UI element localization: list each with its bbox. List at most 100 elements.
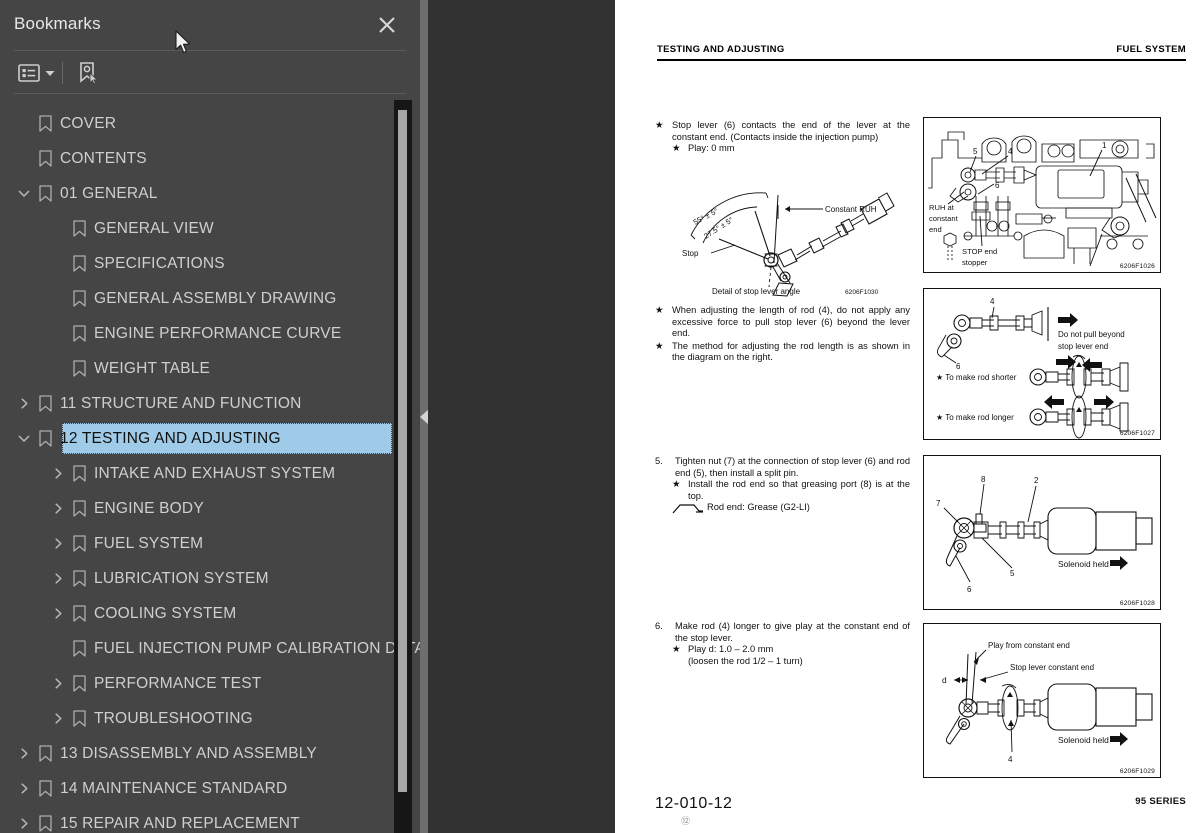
triangle-left-icon[interactable] xyxy=(419,0,429,833)
chevron-right-icon[interactable] xyxy=(48,604,68,624)
bookmark-icon xyxy=(68,289,90,309)
bookmark-icon xyxy=(34,149,56,169)
bookmark-item-fuel-system[interactable]: FUEL SYSTEM xyxy=(0,526,420,561)
bookmark-icon xyxy=(68,499,90,519)
bookmarks-panel-header: Bookmarks xyxy=(0,0,420,52)
bookmark-item-specifications[interactable]: SPECIFICATIONS xyxy=(0,246,420,281)
figure-2: 4 6 Do not pull beyond stop lever end ★ … xyxy=(923,288,1161,440)
figure-id: 6206F1030 xyxy=(845,289,879,296)
chevron-down-icon[interactable] xyxy=(14,184,34,204)
text-block-2-body-2: The method for adjusting the rod length … xyxy=(672,340,910,363)
close-icon[interactable] xyxy=(376,14,398,36)
bookmark-item-label: WEIGHT TABLE xyxy=(94,359,211,377)
chevron-right-icon[interactable] xyxy=(48,709,68,729)
chevron-right-icon[interactable] xyxy=(48,569,68,589)
chevron-right-icon[interactable] xyxy=(48,674,68,694)
callout-6: 6 xyxy=(967,585,972,594)
bookmark-item-general-view[interactable]: GENERAL VIEW xyxy=(0,211,420,246)
chevron-down-icon[interactable] xyxy=(14,429,34,449)
twisty-placeholder xyxy=(48,289,68,309)
svg-text:stop lever end: stop lever end xyxy=(1058,342,1108,351)
page-header: TESTING AND ADJUSTING FUEL SYSTEM xyxy=(657,44,1186,62)
bookmark-item-fuel-injection-pump-calibration-data[interactable]: FUEL INJECTION PUMP CALIBRATION DATA xyxy=(0,631,420,666)
grease-symbol-icon xyxy=(672,503,704,514)
bookmark-item-troubleshooting[interactable]: TROUBLESHOOTING xyxy=(0,701,420,736)
chevron-right-icon[interactable] xyxy=(14,394,34,414)
bookmark-item-label: GENERAL VIEW xyxy=(94,219,214,237)
chevron-right-icon[interactable] xyxy=(48,499,68,519)
callout-6: 6 xyxy=(995,181,1000,190)
bookmarks-panel: Bookmarks COVER CONTENTS 01 GENERAL GENE… xyxy=(0,0,420,833)
text-block-3: 5. Tighten nut (7) at the connection of … xyxy=(655,456,910,514)
bookmark-item-11-structure-and-function[interactable]: 11 STRUCTURE AND FUNCTION xyxy=(0,386,420,421)
header-divider xyxy=(14,50,406,51)
step-number: 5. xyxy=(655,456,663,466)
bookmark-item-performance-test[interactable]: PERFORMANCE TEST xyxy=(0,666,420,701)
bookmark-item-label: FUEL INJECTION PUMP CALIBRATION DATA xyxy=(94,639,420,657)
bookmark-pointer-icon[interactable] xyxy=(73,58,103,88)
bookmark-item-13-disassembly-and-assembly[interactable]: 13 DISASSEMBLY AND ASSEMBLY xyxy=(0,736,420,771)
figure-4: Play from constant end Stop lever consta… xyxy=(923,623,1161,778)
callout-d: d xyxy=(942,675,947,685)
callout-1: 1 xyxy=(1102,141,1107,150)
list-outline-icon[interactable] xyxy=(16,58,42,88)
bookmark-item-label: 13 DISASSEMBLY AND ASSEMBLY xyxy=(60,744,317,762)
pdf-page: TESTING AND ADJUSTING FUEL SYSTEM ★ Stop… xyxy=(615,0,1200,833)
chevron-right-icon[interactable] xyxy=(14,744,34,764)
svg-text:Stop lever constant end: Stop lever constant end xyxy=(1010,663,1094,672)
bookmark-icon xyxy=(34,779,56,799)
bookmark-item-15-repair-and-replacement[interactable]: 15 REPAIR AND REPLACEMENT xyxy=(0,806,420,833)
bookmark-item-label: ENGINE BODY xyxy=(94,499,204,517)
bookmark-item-12-testing-and-adjusting[interactable]: 12 TESTING AND ADJUSTING xyxy=(0,421,420,456)
page-number: 12-010-12 xyxy=(655,795,733,812)
bookmark-item-cooling-system[interactable]: COOLING SYSTEM xyxy=(0,596,420,631)
bookmark-item-engine-body[interactable]: ENGINE BODY xyxy=(0,491,420,526)
bookmark-item-14-maintenance-standard[interactable]: 14 MAINTENANCE STANDARD xyxy=(0,771,420,806)
bookmark-item-intake-and-exhaust-system[interactable]: INTAKE AND EXHAUST SYSTEM xyxy=(0,456,420,491)
bookmark-item-engine-performance-curve[interactable]: ENGINE PERFORMANCE CURVE xyxy=(0,316,420,351)
bookmark-item-label: LUBRICATION SYSTEM xyxy=(94,569,269,587)
bookmark-item-lubrication-system[interactable]: LUBRICATION SYSTEM xyxy=(0,561,420,596)
chevron-right-icon[interactable] xyxy=(48,464,68,484)
svg-text:★ To make rod longer: ★ To make rod longer xyxy=(936,413,1014,422)
bookmark-item-general-assembly-drawing[interactable]: GENERAL ASSEMBLY DRAWING xyxy=(0,281,420,316)
bookmark-icon xyxy=(68,674,90,694)
text-block-1: ★ Stop lever (6) contacts the end of the… xyxy=(655,120,910,155)
chevron-right-icon[interactable] xyxy=(14,779,34,799)
svg-text:★ To make rod shorter: ★ To make rod shorter xyxy=(936,373,1017,382)
star-marker: ★ xyxy=(655,120,664,130)
bookmark-item-weight-table[interactable]: WEIGHT TABLE xyxy=(0,351,420,386)
callout-7: 7 xyxy=(936,499,941,508)
figure-1-id: 6206F1026 xyxy=(1119,263,1155,270)
bookmark-icon xyxy=(68,569,90,589)
svg-text:STOP end: STOP end xyxy=(962,247,997,256)
bookmark-item-contents[interactable]: CONTENTS xyxy=(0,141,420,176)
chevron-down-icon[interactable] xyxy=(42,58,58,88)
pdf-viewer-area[interactable]: TESTING AND ADJUSTING FUEL SYSTEM ★ Stop… xyxy=(428,0,1200,833)
chevron-right-icon[interactable] xyxy=(48,534,68,554)
text-block-4: 6. Make rod (4) longer to give play at t… xyxy=(655,621,910,667)
svg-text:stopper: stopper xyxy=(962,258,988,267)
pdf-reader-window: Bookmarks COVER CONTENTS 01 GENERAL GENE… xyxy=(0,0,1200,833)
svg-text:Do not pull beyond: Do not pull beyond xyxy=(1058,330,1125,339)
bookmarks-scrollbar-thumb[interactable] xyxy=(398,110,407,792)
panel-divider[interactable] xyxy=(419,0,429,833)
bookmark-icon xyxy=(34,814,56,833)
bookmark-item-label: INTAKE AND EXHAUST SYSTEM xyxy=(94,464,336,482)
bookmark-item-label: COVER xyxy=(60,114,117,132)
svg-text:Play from constant end: Play from constant end xyxy=(988,641,1070,650)
bookmark-item-label: ENGINE PERFORMANCE CURVE xyxy=(94,324,342,342)
chevron-right-icon[interactable] xyxy=(14,814,34,833)
page-header-right: FUEL SYSTEM xyxy=(1116,44,1186,55)
figure-3-id: 6206F1028 xyxy=(1119,600,1155,607)
star-marker: ★ xyxy=(672,644,681,655)
bookmark-icon xyxy=(68,709,90,729)
bookmark-item-cover[interactable]: COVER xyxy=(0,106,420,141)
star-marker: ★ xyxy=(672,143,681,154)
figure-3: 8 2 7 6 5 Solenoid held 6206F1028 xyxy=(923,455,1161,610)
bookmark-item-01-general[interactable]: 01 GENERAL xyxy=(0,176,420,211)
figure-4-id: 6206F1029 xyxy=(1119,768,1155,775)
bookmarks-scrollbar-track[interactable] xyxy=(394,100,412,833)
twisty-placeholder xyxy=(48,254,68,274)
bookmark-icon xyxy=(68,604,90,624)
